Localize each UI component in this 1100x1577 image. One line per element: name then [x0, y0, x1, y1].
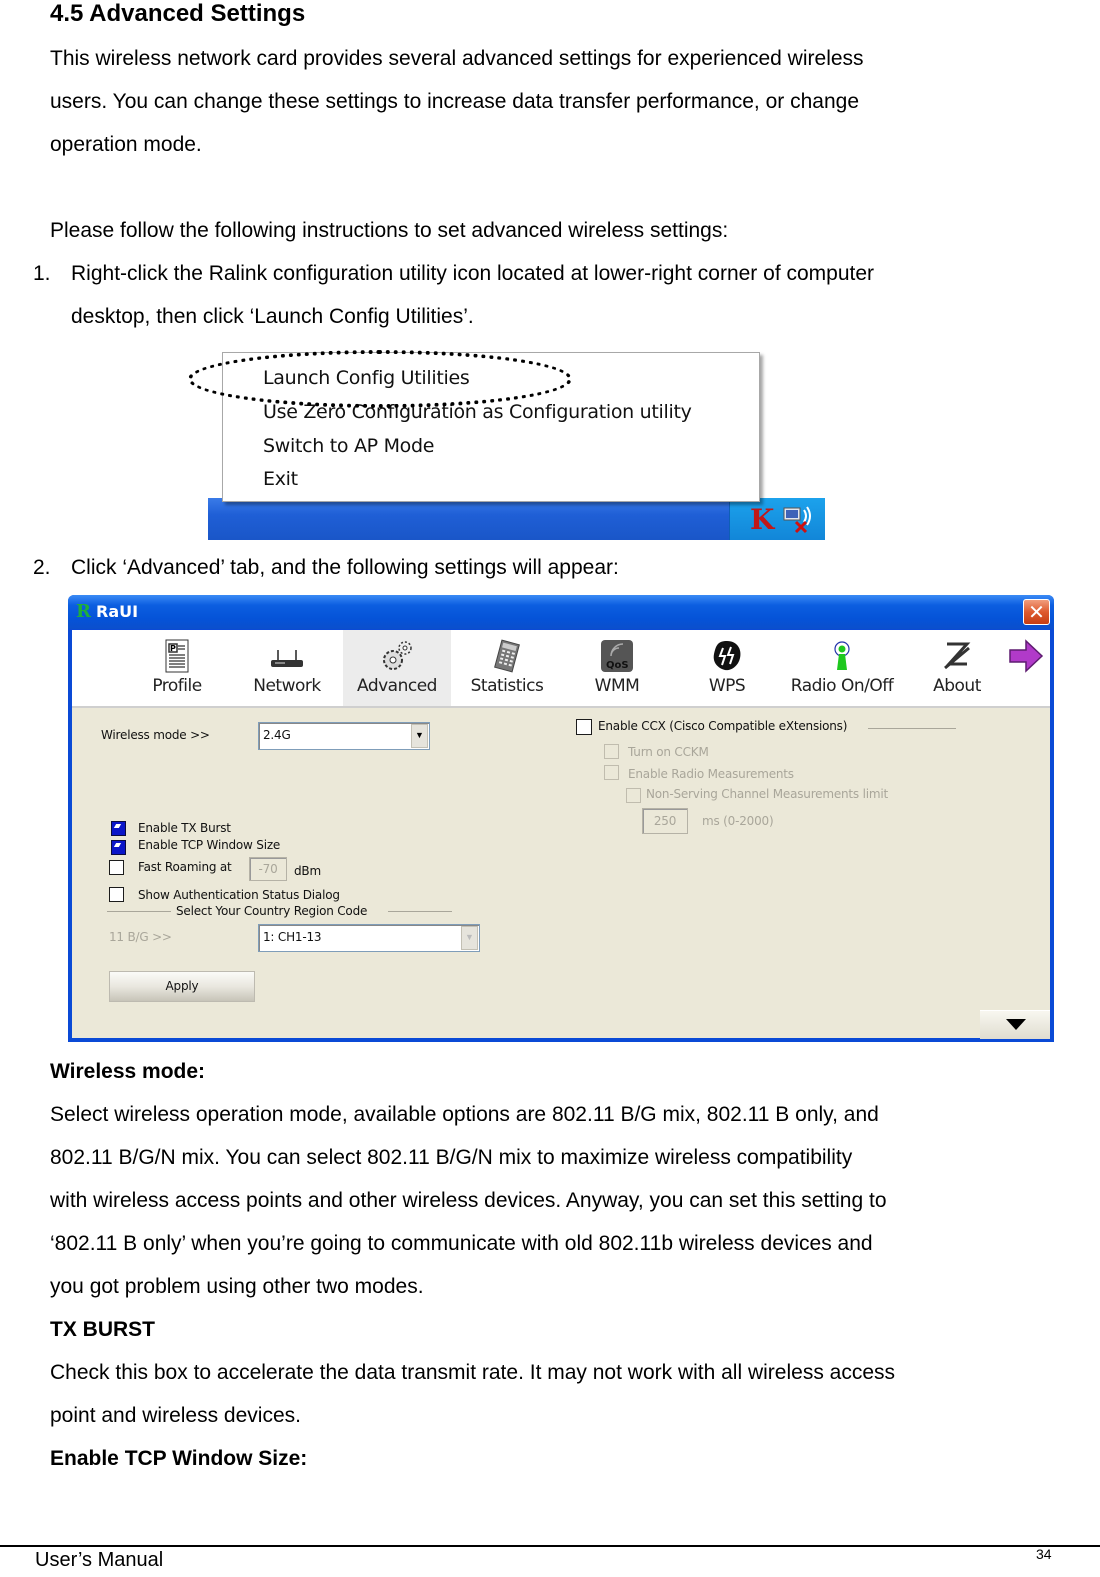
section-title: 4.5 Advanced Settings — [50, 0, 306, 27]
network-icon — [271, 650, 303, 667]
intro-line: This wireless network card provides seve… — [50, 47, 864, 70]
step-text: Right-click the Ralink configuration uti… — [71, 262, 875, 285]
fast-roaming-label: Fast Roaming at — [138, 860, 232, 874]
tab-label: Advanced — [357, 676, 437, 696]
footer-divider — [0, 1545, 1100, 1547]
fast-roaming-threshold-input[interactable]: -70 — [249, 857, 287, 881]
calculator-icon — [494, 639, 520, 673]
measurement-limit-unit: ms (0-2000) — [702, 814, 774, 828]
qos-icon: QoS — [601, 640, 633, 672]
enable-ccx-label: Enable CCX (Cisco Compatible eXtensions) — [598, 719, 848, 733]
instructions-lead: Please follow the following instructions… — [50, 219, 729, 242]
tab-about[interactable]: About — [903, 630, 1011, 706]
intro-line: users. You can change these settings to … — [50, 90, 860, 113]
body-line: you got problem using other two modes. — [50, 1275, 424, 1298]
radio-measurements-label: Enable Radio Measurements — [628, 767, 794, 781]
window-title: RaUI — [96, 602, 139, 621]
system-tray: K — [729, 498, 825, 540]
about-icon — [944, 642, 971, 670]
toolbar: P Profile Network Advanced Statistics Qo… — [72, 630, 1050, 708]
step-number: 1. — [33, 262, 51, 285]
group-divider — [107, 911, 171, 912]
non-serving-limit-label: Non-Serving Channel Measurements limit — [646, 787, 888, 801]
intro-line: operation mode. — [50, 133, 202, 156]
group-divider — [388, 911, 452, 912]
wireless-network-disconnected-icon[interactable] — [782, 504, 811, 534]
body-line: with wireless access points and other wi… — [50, 1189, 887, 1212]
advanced-settings-panel: Wireless mode >> 2.4G ▼ Enable TX Burst … — [72, 708, 1050, 1039]
triangle-down-icon — [1006, 1019, 1026, 1030]
tab-label: Profile — [152, 676, 202, 696]
step-text: desktop, then click ‘Launch Config Utili… — [71, 305, 474, 328]
tcp-window-checkbox[interactable] — [111, 840, 126, 855]
fast-roaming-checkbox[interactable] — [109, 860, 124, 875]
auth-status-dialog-checkbox[interactable] — [109, 887, 124, 902]
step-number: 2. — [33, 556, 51, 579]
svg-text:P: P — [170, 644, 176, 653]
tab-statistics[interactable]: Statistics — [453, 630, 561, 706]
tab-label: About — [933, 676, 981, 696]
tab-network[interactable]: Network — [233, 630, 341, 706]
measurement-limit-input[interactable]: 250 — [642, 808, 688, 834]
tab-label: Statistics — [470, 676, 544, 696]
next-page-button[interactable] — [1002, 630, 1050, 706]
tcp-window-label: Enable TCP Window Size — [138, 838, 281, 852]
country-region-group-label: Select Your Country Region Code — [176, 904, 368, 918]
group-divider — [868, 728, 956, 729]
ralink-logo-icon: R — [76, 601, 91, 622]
cckm-checkbox[interactable] — [604, 744, 619, 759]
non-serving-limit-checkbox[interactable] — [626, 788, 641, 803]
wireless-mode-select[interactable]: 2.4G ▼ — [258, 722, 430, 750]
step-text: Click ‘Advanced’ tab, and the following … — [71, 556, 619, 579]
menu-item-switch-to-ap-mode[interactable]: Switch to AP Mode — [263, 435, 434, 457]
tab-label: Radio On/Off — [790, 676, 894, 696]
body-line: Select wireless operation mode, availabl… — [50, 1103, 879, 1126]
ralink-utility-icon[interactable]: K — [750, 503, 774, 536]
wireless-mode-label: Wireless mode >> — [101, 728, 210, 742]
tx-burst-label: Enable TX Burst — [138, 821, 231, 835]
expand-button[interactable] — [980, 1010, 1050, 1039]
page-number: 34 — [1036, 1546, 1052, 1562]
apply-button[interactable]: Apply — [109, 971, 255, 1002]
tab-label: WPS — [708, 676, 746, 696]
country-region-select[interactable]: 1: CH1-13 ▼ — [258, 924, 480, 952]
highlight-ellipse — [188, 350, 572, 408]
close-button[interactable]: ✕ — [1023, 599, 1050, 625]
tab-profile[interactable]: P Profile — [123, 630, 231, 706]
tab-label: WMM — [594, 676, 640, 696]
chevron-down-icon: ▼ — [461, 926, 478, 950]
arrow-right-icon — [1009, 639, 1044, 673]
tab-wps[interactable]: WPS — [673, 630, 781, 706]
dbm-unit-label: dBm — [294, 864, 321, 878]
menu-item-exit[interactable]: Exit — [263, 468, 298, 490]
chevron-down-icon: ▼ — [411, 724, 428, 748]
body-line: Check this box to accelerate the data tr… — [50, 1361, 896, 1384]
footer-manual-label: User’s Manual — [35, 1549, 164, 1571]
tab-radio-on-off[interactable]: Radio On/Off — [783, 630, 901, 706]
raui-window: R RaUI ✕ P Profile Network Advanced Stat… — [68, 595, 1054, 1042]
cckm-label: Turn on CCKM — [628, 745, 709, 759]
tray-context-menu-screenshot: K Launch Config Utilities Use Zero Confi… — [188, 348, 825, 540]
body-line: point and wireless devices. — [50, 1404, 301, 1427]
enable-ccx-checkbox[interactable] — [576, 719, 592, 735]
profile-icon: P — [165, 639, 189, 673]
section-heading: Wireless mode: — [50, 1060, 206, 1083]
body-line: ‘802.11 B only’ when you’re going to com… — [50, 1232, 873, 1255]
tx-burst-checkbox[interactable] — [111, 821, 126, 836]
radio-measurements-checkbox[interactable] — [604, 765, 619, 780]
body-line: 802.11 B/G/N mix. You can select 802.11 … — [50, 1146, 853, 1169]
gears-icon — [383, 641, 412, 670]
tab-wmm[interactable]: QoS WMM — [563, 630, 671, 706]
radio-antenna-icon — [834, 641, 850, 670]
tab-label: Network — [253, 676, 321, 696]
band-label: 11 B/G >> — [109, 930, 172, 944]
section-heading: Enable TCP Window Size: — [50, 1447, 308, 1470]
auth-status-dialog-label: Show Authentication Status Dialog — [138, 888, 340, 902]
tab-advanced[interactable]: Advanced — [343, 630, 451, 706]
section-heading: TX BURST — [50, 1318, 155, 1341]
svg-text:QoS: QoS — [606, 660, 629, 671]
title-bar: R RaUI ✕ — [68, 595, 1054, 629]
wps-icon — [713, 641, 741, 671]
